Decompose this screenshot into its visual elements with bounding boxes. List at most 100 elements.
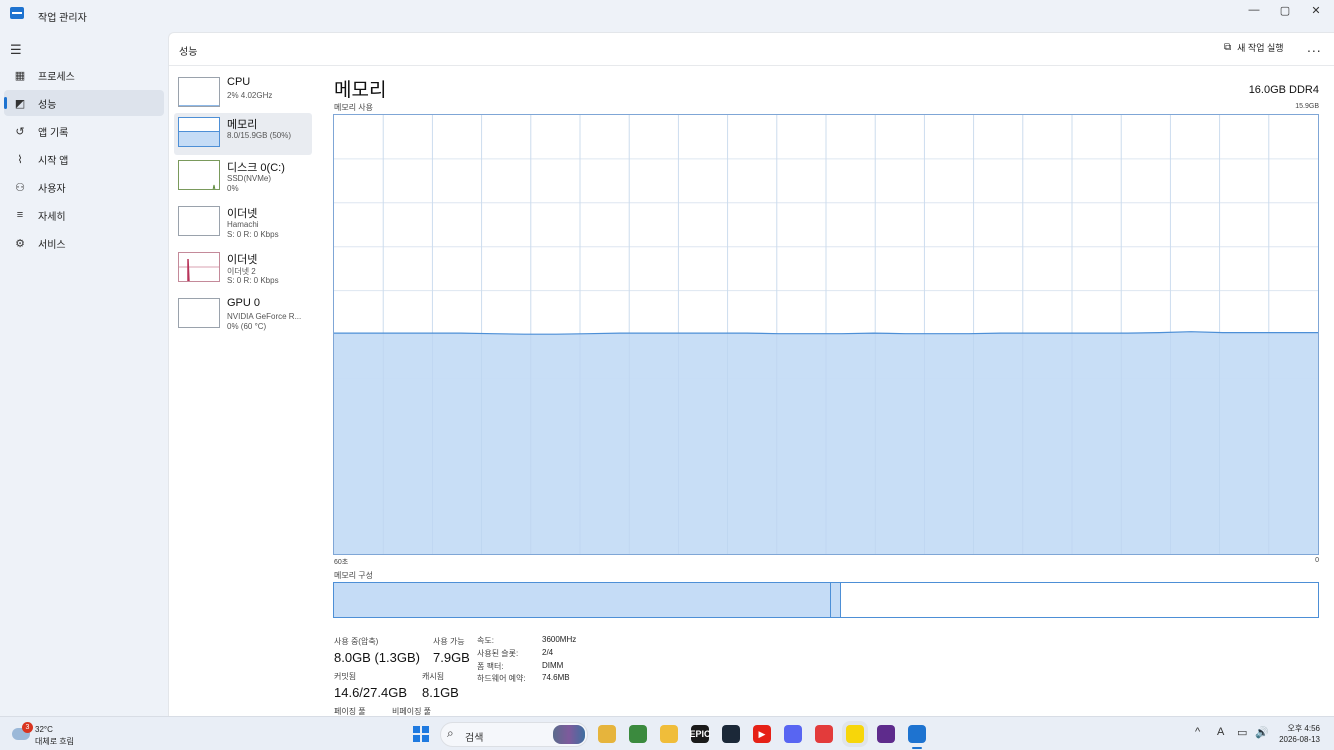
resource-detail: Hamachi	[227, 220, 259, 229]
ime-icon[interactable]: A	[1217, 726, 1224, 738]
resource-name: 이더넷	[227, 254, 258, 266]
resource-detail: 8.0/15.9GB (50%)	[227, 131, 292, 140]
memory-composition-bar	[333, 582, 1319, 618]
memory-usage-chart	[334, 115, 1318, 554]
steam-icon[interactable]	[722, 725, 740, 743]
new-task-button[interactable]: ⧉ 새 작업 실행	[1224, 41, 1284, 54]
start-button[interactable]	[413, 726, 429, 742]
sidebar-item-details[interactable]: ≡ 자세히	[4, 202, 164, 228]
cached-value: 8.1GB	[422, 685, 459, 700]
network-icon[interactable]: ▭	[1237, 726, 1247, 739]
resource-ethernet-2[interactable]: 이더넷 이더넷 2 S: 0 R: 0 Kbps	[174, 248, 312, 290]
taskbar-search[interactable]: ⌕ 검색	[440, 722, 588, 747]
chevron-up-icon[interactable]: ^	[1195, 726, 1200, 738]
spec-key: 속도:	[477, 636, 494, 645]
resource-name: 메모리	[227, 119, 258, 131]
resource-detail: NVIDIA GeForce R...	[227, 312, 302, 321]
file-explorer-icon[interactable]	[598, 725, 616, 743]
title-bar: 작업 관리자 — ▢ ✕	[0, 0, 1334, 30]
gear-icon: ⚙	[15, 237, 25, 250]
sidebar-item-label: 서비스	[38, 239, 66, 251]
spec-key: 사용된 슬롯:	[477, 649, 519, 658]
time-axis-left: 60초	[334, 559, 349, 566]
resource-detail: SSD(NVMe)	[227, 174, 272, 183]
maximize-button[interactable]: ▢	[1270, 0, 1300, 20]
notification-badge: 3	[22, 722, 33, 733]
sidebar-item-label: 성능	[38, 99, 57, 111]
hamburger-menu-icon[interactable]: ☰	[10, 42, 22, 58]
grid-icon: ▦	[14, 69, 26, 82]
cached-label: 캐시됨	[422, 672, 445, 681]
sidebar-item-performance[interactable]: ◩ 성능	[4, 90, 164, 116]
task-manager-icon	[10, 7, 24, 19]
task-manager-icon[interactable]	[908, 725, 926, 749]
windows-logo-pane	[422, 735, 429, 742]
more-options-button[interactable]: ...	[1307, 39, 1322, 55]
committed-value: 14.6/27.4GB	[334, 685, 407, 700]
windows-logo-pane	[422, 726, 429, 733]
kakaotalk-icon[interactable]	[846, 725, 864, 743]
sidebar-item-label: 시작 앱	[38, 155, 69, 167]
sidebar-item-processes[interactable]: ▦ 프로세스	[4, 62, 164, 88]
resource-detail-2: S: 0 R: 0 Kbps	[227, 276, 279, 285]
performance-icon: ◩	[14, 97, 26, 110]
weather-condition: 대체로 흐림	[35, 737, 75, 746]
spec-key: 폼 팩터:	[477, 662, 504, 671]
ethernet-thumbnail	[178, 206, 220, 236]
spec-key: 하드웨어 예약:	[477, 674, 526, 683]
main-panel: 성능 ⧉ 새 작업 실행 ... CPU 2% 4.02GHz 메모리 8.0/…	[168, 32, 1334, 716]
resource-ethernet-hamachi[interactable]: 이더넷 Hamachi S: 0 R: 0 Kbps	[174, 202, 312, 244]
list-icon: ≡	[16, 209, 24, 221]
page-header: 성능 ⧉ 새 작업 실행 ...	[169, 33, 1334, 66]
resource-detail-2: 0% (60 °C)	[227, 322, 267, 331]
discord-icon[interactable]	[784, 725, 802, 743]
resource-name: 이더넷	[227, 208, 258, 220]
resource-name: CPU	[227, 76, 251, 88]
sidebar-item-label: 사용자	[38, 183, 66, 195]
spec-value: 3600MHz	[542, 635, 577, 644]
weather-widget[interactable]: 3 32°C 대체로 흐림	[10, 722, 100, 748]
epic-games-icon[interactable]: EPIC	[690, 725, 711, 743]
available-value: 7.9GB	[433, 650, 470, 665]
chrome-icon[interactable]	[629, 725, 647, 743]
resource-detail-2: 0%	[227, 184, 239, 193]
sidebar-item-startup[interactable]: ⌇ 시작 앱	[4, 146, 164, 172]
sidebar-item-users[interactable]: ⚇ 사용자	[4, 174, 164, 200]
spec-value: 2/4	[542, 648, 554, 657]
resource-memory[interactable]: 메모리 8.0/15.9GB (50%)	[174, 113, 312, 155]
sidebar-item-label: 자세히	[38, 211, 66, 223]
resource-detail: 2% 4.02GHz	[227, 91, 273, 100]
app-red-icon[interactable]	[815, 725, 833, 743]
youtube-icon[interactable]: ▶	[753, 725, 771, 743]
spec-value: DIMM	[542, 661, 564, 670]
composition-label: 메모리 구성	[334, 571, 374, 580]
folder-icon[interactable]	[660, 725, 678, 743]
resource-gpu[interactable]: GPU 0 NVIDIA GeForce R... 0% (60 °C)	[174, 294, 312, 336]
resource-cpu[interactable]: CPU 2% 4.02GHz	[174, 73, 312, 115]
memory-title: 메모리	[334, 80, 387, 101]
sidebar-item-services[interactable]: ⚙ 서비스	[4, 230, 164, 256]
new-task-icon: ⧉	[1224, 42, 1232, 53]
resource-name: 디스크 0(C:)	[227, 162, 285, 174]
memory-detail: 메모리 16.0GB DDR4 메모리 사용 15.9GB 60초 0 메모리 …	[333, 67, 1333, 717]
volume-icon[interactable]: 🔊	[1255, 726, 1269, 739]
close-button[interactable]: ✕	[1301, 0, 1331, 20]
cpu-thumbnail	[178, 77, 220, 107]
usage-max-label: 15.9GB	[1295, 103, 1319, 110]
clock-date[interactable]: 2026-08-13	[1279, 735, 1320, 744]
clock-time[interactable]: 오후 4:56	[1287, 723, 1320, 734]
in-use-value: 8.0GB (1.3GB)	[334, 650, 420, 665]
resource-disk[interactable]: 디스크 0(C:) SSD(NVMe) 0%	[174, 156, 312, 198]
gpu-thumbnail	[178, 298, 220, 328]
composition-in-use	[334, 583, 831, 617]
memory-thumbnail	[178, 117, 220, 147]
available-label: 사용 가능	[433, 637, 465, 646]
weather-temperature: 32°C	[35, 725, 53, 734]
search-icon: ⌕	[447, 726, 454, 740]
time-axis-right: 0	[1315, 557, 1319, 564]
minimize-button[interactable]: —	[1239, 0, 1269, 20]
app-purple-icon[interactable]	[877, 725, 895, 743]
users-icon: ⚇	[15, 181, 25, 194]
memory-spec: 16.0GB DDR4	[1248, 84, 1319, 96]
sidebar-item-app-history[interactable]: ↺ 앱 기록	[4, 118, 164, 144]
